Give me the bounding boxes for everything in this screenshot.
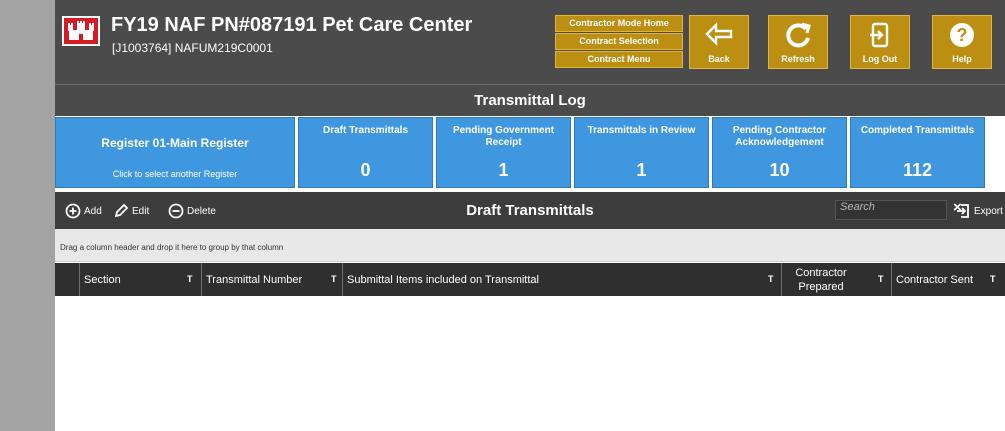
refresh-label: Refresh — [781, 54, 815, 64]
contractor-prepared-column-label: Contractor Prepared — [795, 267, 847, 293]
transmittal-number-column-header[interactable]: Transmittal Number T — [201, 263, 342, 296]
transmittals-in-review-title: Transmittals in Review — [587, 125, 696, 136]
row-selector-column — [55, 263, 79, 296]
contractor-mode-home-button[interactable]: Contractor Mode Home — [555, 15, 683, 32]
submittal-items-column-header[interactable]: Submittal Items included on Transmittal … — [342, 263, 781, 296]
refresh-button[interactable]: Refresh — [768, 15, 828, 69]
edit-icon — [114, 203, 129, 218]
svg-text:?: ? — [957, 25, 968, 45]
grouping-drop-area[interactable]: Drag a column header and drop it here to… — [55, 229, 1005, 262]
back-button[interactable]: Back — [689, 15, 749, 69]
register-selector-card[interactable]: Register 01-Main Register Click to selec… — [55, 117, 295, 188]
pending-government-receipt-title: Pending Government Receipt — [452, 125, 555, 148]
edit-label: Edit — [132, 205, 150, 217]
contractor-sent-column-header[interactable]: Contractor Sent T — [891, 263, 1005, 296]
draft-transmittals-card[interactable]: Draft Transmittals 0 — [298, 117, 433, 188]
edit-button[interactable]: Edit — [113, 202, 149, 220]
pending-contractor-acknowledgement-title: Pending Contractor Acknowledgement — [732, 125, 827, 148]
page-title: FY19 NAF PN#087191 Pet Care Center — [111, 14, 473, 36]
left-gutter — [0, 0, 56, 431]
contractor-mode-menu: Contractor Mode Home Contract Selection … — [555, 15, 683, 69]
section-column-header[interactable]: Section T — [79, 263, 201, 296]
castle-logo-icon — [62, 16, 100, 46]
draft-transmittals-title: Draft Transmittals — [322, 125, 409, 136]
contract-subtitle: [J1003764] NAFUM219C0001 — [112, 41, 273, 55]
back-arrow-icon — [705, 22, 733, 46]
export-icon — [957, 204, 969, 218]
section-column-label: Section — [84, 274, 121, 286]
export-label: Export — [974, 205, 1003, 217]
transmittals-grid-body — [55, 296, 1005, 431]
delete-button[interactable]: Delete — [168, 202, 216, 220]
transmittal-log-title: Transmittal Log — [55, 84, 1005, 116]
register-name: Register 01-Main Register — [101, 136, 249, 150]
help-icon: ? — [950, 23, 974, 47]
transmittal-status-summary: Register 01-Main Register Click to selec… — [55, 117, 1005, 188]
pending-government-receipt-card[interactable]: Pending Government Receipt 1 — [436, 117, 571, 188]
completed-transmittals-card[interactable]: Completed Transmittals 112 — [850, 117, 985, 188]
delete-icon — [168, 203, 184, 219]
transmittal-number-column-label: Transmittal Number — [206, 274, 303, 286]
pending-contractor-acknowledgement-count: 10 — [769, 160, 790, 180]
grouping-hint: Drag a column header and drop it here to… — [60, 243, 284, 252]
export-button[interactable]: Export — [955, 202, 1003, 220]
transmittals-grid-header: Section T Transmittal Number T Submittal… — [55, 263, 1005, 296]
draft-transmittals-count: 0 — [360, 160, 371, 180]
section-filter-icon[interactable]: T — [187, 274, 193, 284]
contract-selection-button[interactable]: Contract Selection — [555, 33, 683, 50]
application-window: FY19 NAF PN#087191 Pet Care Center [J100… — [55, 0, 1005, 431]
logout-icon — [870, 22, 889, 48]
help-button[interactable]: ? Help — [932, 15, 992, 69]
contract-menu-button[interactable]: Contract Menu — [555, 51, 683, 68]
completed-transmittals-count: 112 — [902, 160, 933, 180]
pending-contractor-acknowledgement-card[interactable]: Pending Contractor Acknowledgement 10 — [712, 117, 847, 188]
logout-button[interactable]: Log Out — [850, 15, 910, 69]
back-label: Back — [708, 54, 730, 64]
logout-label: Log Out — [862, 54, 898, 64]
completed-transmittals-title: Completed Transmittals — [860, 125, 975, 136]
submittal-items-column-label: Submittal Items included on Transmittal — [347, 274, 539, 286]
app-header: FY19 NAF PN#087191 Pet Care Center [J100… — [55, 0, 1005, 84]
contractor-prepared-column-header[interactable]: Contractor Prepared T — [781, 263, 891, 296]
contractor-sent-column-label: Contractor Sent — [896, 274, 974, 286]
contractor-sent-filter-icon[interactable]: T — [990, 274, 996, 284]
add-label: Add — [84, 205, 102, 217]
transmittals-in-review-card[interactable]: Transmittals in Review 1 — [574, 117, 709, 188]
transmittal-number-filter-icon[interactable]: T — [331, 274, 337, 284]
draft-transmittals-toolbar: Add Edit Delete Draft Transmittals Searc… — [55, 192, 1005, 229]
add-icon — [65, 203, 81, 219]
contractor-prepared-filter-icon[interactable]: T — [878, 274, 884, 284]
search-input[interactable]: Search — [835, 200, 947, 220]
help-label: Help — [952, 54, 972, 64]
submittal-items-filter-icon[interactable]: T — [768, 274, 774, 284]
transmittals-in-review-count: 1 — [636, 160, 647, 180]
delete-label: Delete — [187, 205, 216, 217]
pending-government-receipt-count: 1 — [498, 160, 509, 180]
add-button[interactable]: Add — [65, 202, 102, 220]
refresh-icon — [786, 22, 811, 48]
register-help-text: Click to select another Register — [112, 169, 238, 179]
